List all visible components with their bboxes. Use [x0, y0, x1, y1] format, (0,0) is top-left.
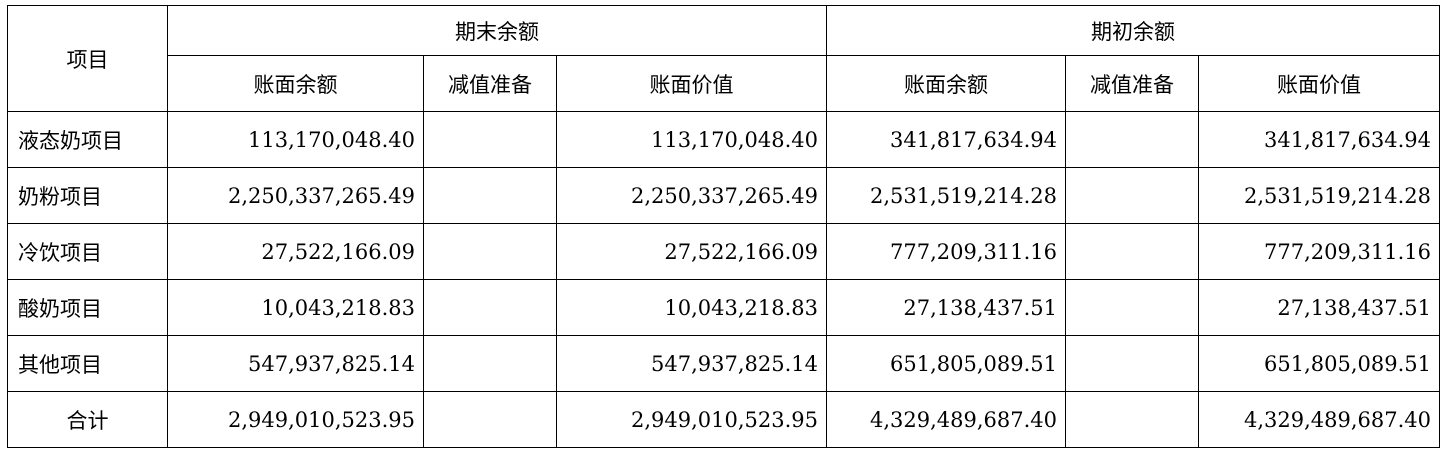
total-row: 合计 2,949,010,523.95 2,949,010,523.95 4,3… [7, 391, 1441, 448]
row-item-label: 酸奶项目 [7, 279, 168, 336]
total-end-impairment [423, 391, 557, 448]
col-header-begin-impairment: 减值准备 [1065, 55, 1200, 112]
cell-begin-book-value: 341,817,634.94 [1198, 111, 1441, 168]
total-begin-book-balance: 4,329,489,687.40 [826, 391, 1067, 448]
cell-end-impairment [423, 167, 557, 224]
col-header-end-impairment: 减值准备 [423, 55, 557, 112]
cell-end-book-balance: 27,522,166.09 [167, 223, 424, 280]
cell-end-book-balance: 547,937,825.14 [167, 335, 424, 392]
table-row: 其他项目 547,937,825.14 547,937,825.14 651,8… [7, 335, 1441, 392]
cell-begin-impairment [1065, 167, 1200, 224]
cell-begin-book-value: 27,138,437.51 [1198, 279, 1441, 336]
cell-begin-book-value: 2,531,519,214.28 [1198, 167, 1441, 224]
cell-begin-impairment [1065, 223, 1200, 280]
cell-end-book-value: 10,043,218.83 [555, 279, 828, 336]
table-row: 酸奶项目 10,043,218.83 10,043,218.83 27,138,… [7, 279, 1441, 336]
col-header-end-book-balance: 账面余额 [167, 55, 424, 112]
total-begin-impairment [1065, 391, 1200, 448]
row-item-label: 冷饮项目 [7, 223, 168, 280]
row-item-label: 液态奶项目 [7, 111, 168, 168]
construction-in-progress-table: 项目 期末余额 期初余额 账面余额 减值准备 账面价值 账面余额 减值准备 账面… [7, 5, 1441, 448]
cell-end-book-value: 27,522,166.09 [555, 223, 828, 280]
col-header-begin-book-value: 账面价值 [1198, 55, 1441, 112]
item-header: 项目 [7, 5, 168, 112]
cell-end-book-value: 2,250,337,265.49 [555, 167, 828, 224]
cell-begin-impairment [1065, 279, 1200, 336]
cell-end-book-value: 113,170,048.40 [555, 111, 828, 168]
table-row: 奶粉项目 2,250,337,265.49 2,250,337,265.49 2… [7, 167, 1441, 224]
group-header-begin: 期初余额 [826, 5, 1441, 56]
cell-begin-book-value: 777,209,311.16 [1198, 223, 1441, 280]
total-begin-book-value: 4,329,489,687.40 [1198, 391, 1441, 448]
cell-begin-book-balance: 2,531,519,214.28 [826, 167, 1067, 224]
cell-end-impairment [423, 335, 557, 392]
cell-end-impairment [423, 111, 557, 168]
col-header-begin-book-balance: 账面余额 [826, 55, 1067, 112]
cell-begin-impairment [1065, 335, 1200, 392]
cell-end-book-value: 547,937,825.14 [555, 335, 828, 392]
total-end-book-value: 2,949,010,523.95 [555, 391, 828, 448]
col-header-end-book-value: 账面价值 [555, 55, 828, 112]
total-label: 合计 [7, 391, 168, 448]
cell-begin-book-value: 651,805,089.51 [1198, 335, 1441, 392]
header-row-columns: 账面余额 减值准备 账面价值 账面余额 减值准备 账面价值 [8, 55, 1441, 112]
total-end-book-balance: 2,949,010,523.95 [167, 391, 424, 448]
cell-end-book-balance: 10,043,218.83 [167, 279, 424, 336]
cell-begin-book-balance: 341,817,634.94 [826, 111, 1067, 168]
row-item-label: 其他项目 [7, 335, 168, 392]
cell-begin-book-balance: 777,209,311.16 [826, 223, 1067, 280]
cell-begin-book-balance: 27,138,437.51 [826, 279, 1067, 336]
cell-end-impairment [423, 279, 557, 336]
header-row-groups: 项目 期末余额 期初余额 [7, 5, 1441, 112]
row-item-label: 奶粉项目 [7, 167, 168, 224]
cell-end-book-balance: 113,170,048.40 [167, 111, 424, 168]
cell-end-impairment [423, 223, 557, 280]
group-header-end: 期末余额 [166, 5, 828, 56]
cell-end-book-balance: 2,250,337,265.49 [167, 167, 424, 224]
cell-begin-book-balance: 651,805,089.51 [826, 335, 1067, 392]
table-row: 液态奶项目 113,170,048.40 113,170,048.40 341,… [7, 111, 1441, 168]
cell-begin-impairment [1065, 111, 1200, 168]
table-row: 冷饮项目 27,522,166.09 27,522,166.09 777,209… [7, 223, 1441, 280]
